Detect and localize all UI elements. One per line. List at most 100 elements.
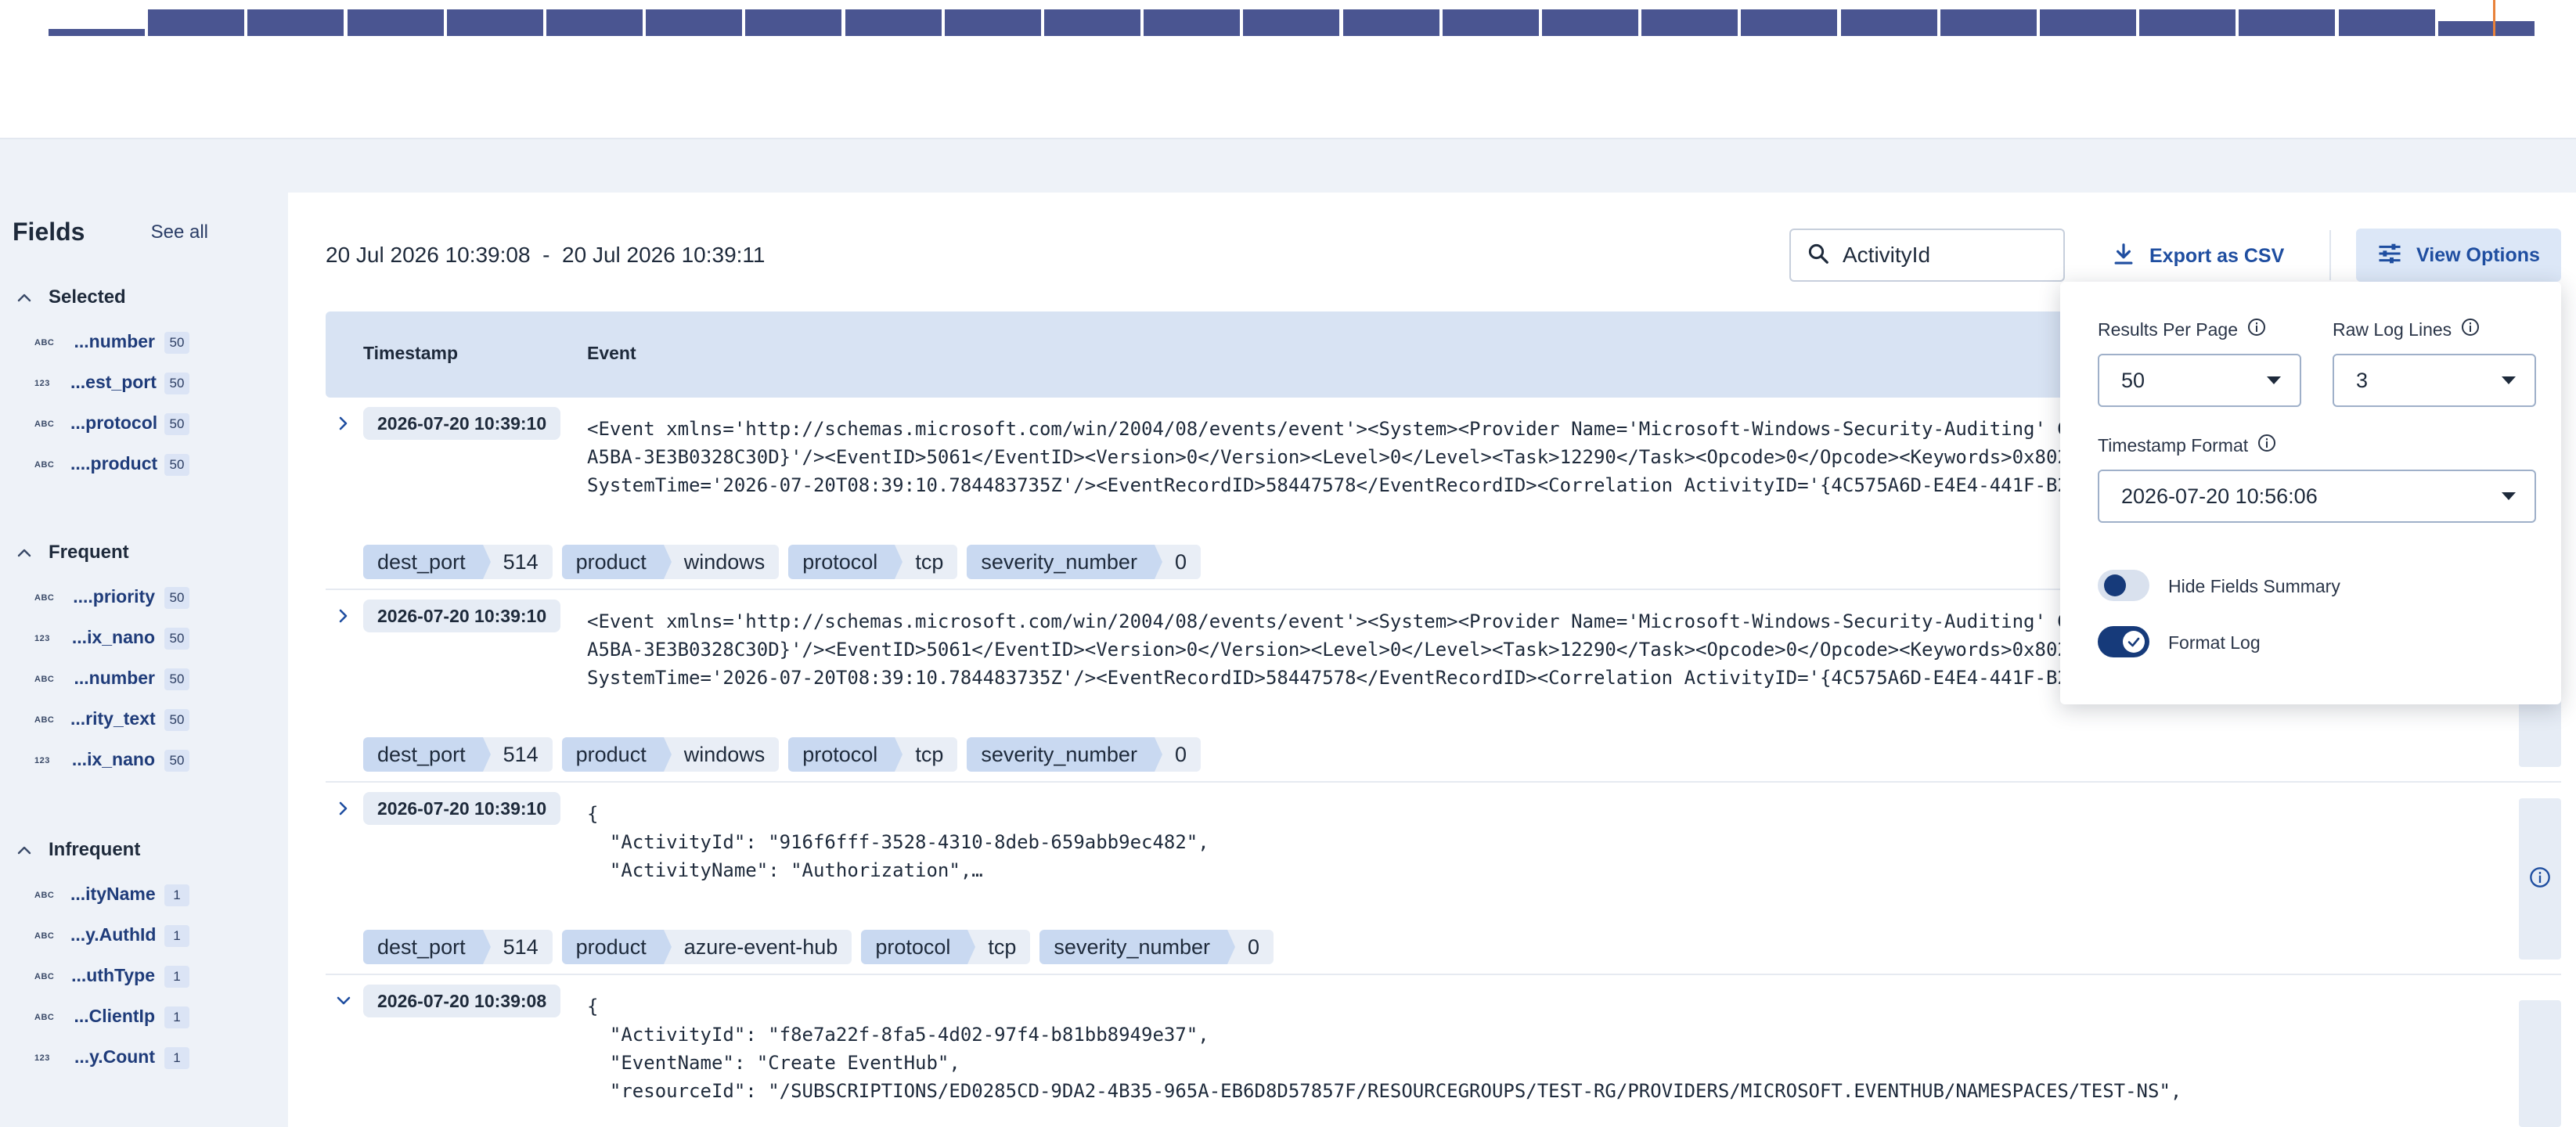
field-tag[interactable]: severity_number 0 <box>1039 930 1274 964</box>
field-item[interactable]: 123 ...ix_nano 50 <box>0 620 235 661</box>
format-log-toggle[interactable] <box>2098 626 2149 657</box>
field-item[interactable]: 123 ...est_port 50 <box>0 365 235 405</box>
search-value[interactable]: ActivityId <box>1843 243 1930 268</box>
range-end: 20 Jul 2026 10:39:11 <box>562 243 766 267</box>
histogram-bar[interactable] <box>347 9 444 36</box>
field-tag[interactable]: severity_number 0 <box>967 737 1201 772</box>
info-icon[interactable] <box>2257 434 2276 457</box>
event-body[interactable]: { "ActivityId": "f8e7a22f-8fa5-4d02-97f4… <box>587 992 2513 1127</box>
field-item[interactable]: ABC ....product 50 <box>0 446 235 487</box>
field-tag[interactable]: product windows <box>561 737 780 772</box>
field-tag[interactable]: product windows <box>561 545 780 579</box>
raw-log-lines-select[interactable]: 3 <box>2333 354 2536 407</box>
field-name: ...rity_text <box>70 708 156 729</box>
histogram-bar[interactable] <box>1342 9 1439 36</box>
field-tag[interactable]: dest_port 514 <box>363 930 553 964</box>
info-icon[interactable] <box>2461 318 2480 341</box>
hide-fields-summary-toggle[interactable] <box>2098 570 2149 601</box>
histogram-bar[interactable] <box>1044 9 1140 36</box>
histogram-bar[interactable] <box>1144 9 1241 36</box>
histogram-bar[interactable] <box>1741 9 1838 36</box>
field-item[interactable]: ABC ....priority 50 <box>0 579 235 620</box>
toggle-knob <box>2104 574 2126 596</box>
tag-value: windows <box>663 737 780 772</box>
histogram-bar[interactable] <box>944 9 1041 36</box>
histogram-bar[interactable] <box>646 9 743 36</box>
field-tag[interactable]: dest_port 514 <box>363 737 553 772</box>
log-row[interactable]: 2026-07-20 10:39:10 { "ActivityId": "916f… <box>326 783 2561 975</box>
download-icon <box>2112 242 2135 271</box>
histogram-bar[interactable] <box>2437 21 2535 36</box>
tag-key: protocol <box>788 545 903 579</box>
field-item[interactable]: 123 ...ix_nano 50 <box>0 742 235 783</box>
timestamp-format-value: 2026-07-20 10:56:06 <box>2121 484 2318 508</box>
histogram-bar[interactable] <box>546 9 643 36</box>
field-item[interactable]: ABC ...protocol 50 <box>0 405 235 446</box>
field-item[interactable]: 123 ...y.Count 1 <box>0 1039 235 1080</box>
log-row[interactable]: 2026-07-20 10:39:08 { "ActivityId": "f8e7… <box>326 975 2561 1127</box>
histogram-bar[interactable] <box>1442 9 1539 36</box>
row-details-strip[interactable] <box>2519 1000 2561 1127</box>
field-item[interactable]: ABC ...number 50 <box>0 324 235 365</box>
view-options-button[interactable]: View Options <box>2356 229 2561 282</box>
chevron-down-icon[interactable] <box>332 989 355 1013</box>
view-options-popover: Results Per Page 50 Raw Log Lines 3 Time… <box>2060 282 2561 704</box>
field-type-badge: ABC <box>34 338 55 347</box>
histogram-bar[interactable] <box>1940 9 2037 36</box>
section-label: Infrequent <box>49 839 141 860</box>
histogram-bar[interactable] <box>2239 9 2336 36</box>
search-input[interactable]: ActivityId <box>1789 229 2065 282</box>
field-item[interactable]: ABC ...y.AuthId 1 <box>0 917 235 958</box>
field-item[interactable]: ABC ...ClientIp 1 <box>0 999 235 1039</box>
timestamp-format-select[interactable]: 2026-07-20 10:56:06 <box>2098 470 2536 523</box>
histogram-bar[interactable] <box>1243 9 1340 36</box>
field-name: ...ityName <box>70 884 156 904</box>
histogram-bar[interactable] <box>745 9 842 36</box>
histogram-bar[interactable] <box>1542 9 1638 36</box>
histogram-bar[interactable] <box>446 9 543 36</box>
histogram-bar[interactable] <box>2139 9 2236 36</box>
histogram-bar[interactable] <box>148 9 245 36</box>
histogram-bar[interactable] <box>247 9 344 36</box>
histogram-bar[interactable] <box>845 9 942 36</box>
field-tag[interactable]: product azure-event-hub <box>561 930 852 964</box>
field-tag[interactable]: protocol tcp <box>788 545 958 579</box>
section-header[interactable]: Frequent <box>0 537 235 568</box>
histogram-bar[interactable] <box>49 29 145 36</box>
tag-value: 514 <box>482 930 553 964</box>
histogram-bars[interactable] <box>49 8 2569 36</box>
info-icon[interactable] <box>2529 866 2551 892</box>
row-details-strip[interactable] <box>2519 798 2561 960</box>
tag-value: tcp <box>895 737 958 772</box>
field-tag[interactable]: dest_port 514 <box>363 545 553 579</box>
event-body[interactable]: { "ActivityId": "916f6fff-3528-4310-8deb… <box>587 800 2513 888</box>
column-event[interactable]: Event <box>587 343 636 364</box>
info-icon[interactable] <box>2247 318 2266 341</box>
section-header[interactable]: Infrequent <box>0 834 235 866</box>
export-csv-button[interactable]: Export as CSV <box>2112 236 2284 275</box>
section-header[interactable]: Selected <box>0 282 235 313</box>
field-item[interactable]: ABC ...number 50 <box>0 661 235 701</box>
field-item[interactable]: ABC ...uthType 1 <box>0 958 235 999</box>
see-all-link[interactable]: See all <box>151 221 208 243</box>
view-options-label: View Options <box>2416 243 2540 266</box>
field-name: ....priority <box>73 586 155 607</box>
results-per-page-select[interactable]: 50 <box>2098 354 2301 407</box>
field-tag[interactable]: protocol tcp <box>788 737 958 772</box>
column-timestamp[interactable]: Timestamp <box>363 343 458 364</box>
histogram-bar[interactable] <box>1840 9 1937 36</box>
field-item[interactable]: ABC ...rity_text 50 <box>0 701 235 742</box>
format-log-label: Format Log <box>2168 632 2261 653</box>
histogram-bar[interactable] <box>1641 9 1738 36</box>
field-item[interactable]: ABC ...ityName 1 <box>0 877 235 917</box>
chevron-right-icon[interactable] <box>332 412 355 435</box>
field-tag[interactable]: severity_number 0 <box>967 545 1201 579</box>
chevron-right-icon[interactable] <box>332 604 355 628</box>
results-per-page-text: Results Per Page <box>2098 319 2238 340</box>
histogram-bar[interactable] <box>2040 9 2136 36</box>
field-count-badge: 1 <box>164 1006 189 1028</box>
field-tag[interactable]: protocol tcp <box>861 930 1031 964</box>
raw-log-lines-text: Raw Log Lines <box>2333 319 2452 340</box>
chevron-right-icon[interactable] <box>332 797 355 820</box>
histogram-bar[interactable] <box>2338 9 2435 36</box>
